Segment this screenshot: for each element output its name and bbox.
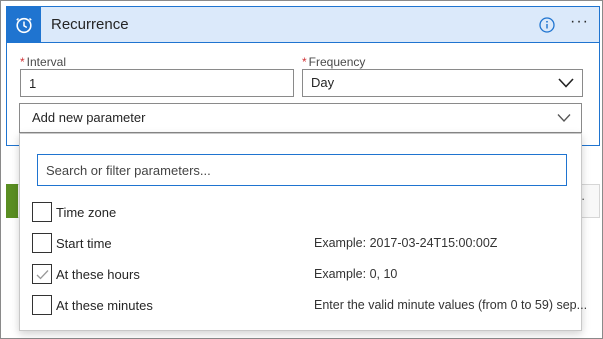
parameter-example: Example: 2017-03-24T15:00:00Z <box>314 236 498 250</box>
parameter-search-input[interactable] <box>37 154 567 186</box>
parameter-row-at-these-hours[interactable]: At these hours Example: 0, 10 <box>32 262 572 286</box>
chevron-down-icon <box>557 114 571 122</box>
chevron-down-icon <box>558 78 574 88</box>
frequency-label-text: Frequency <box>308 55 366 69</box>
add-parameter-label: Add new parameter <box>32 110 146 125</box>
required-marker: * <box>302 55 307 69</box>
card-title: Recurrence <box>51 16 129 33</box>
parameter-name: Time zone <box>56 205 117 220</box>
check-icon <box>36 270 49 280</box>
parameter-name: At these hours <box>56 267 140 282</box>
card-header[interactable]: Recurrence ··· <box>7 7 599 43</box>
interval-label-text: Interval <box>26 55 67 69</box>
parameter-row-time-zone[interactable]: Time zone <box>32 200 572 224</box>
time-zone-checkbox[interactable] <box>32 202 52 222</box>
parameter-example: Enter the valid minute values (from 0 to… <box>314 298 588 312</box>
required-marker: * <box>20 55 25 69</box>
background-action-accent <box>6 184 18 218</box>
frequency-label: * Frequency <box>302 55 365 69</box>
at-these-hours-checkbox[interactable] <box>32 264 52 284</box>
parameter-row-start-time[interactable]: Start time Example: 2017-03-24T15:00:00Z <box>32 231 572 255</box>
screenshot-frame: · Recurrence ··· * Interval 1 * Frequenc… <box>0 0 603 339</box>
parameter-dropdown-panel: Time zone Start time Example: 2017-03-24… <box>19 133 587 331</box>
start-time-checkbox[interactable] <box>32 233 52 253</box>
parameter-name: At these minutes <box>56 298 153 313</box>
parameter-example: Example: 0, 10 <box>314 267 398 281</box>
parameter-row-at-these-minutes[interactable]: At these minutes Enter the valid minute … <box>32 293 587 317</box>
info-icon[interactable] <box>539 17 555 33</box>
interval-label: * Interval <box>20 55 66 69</box>
more-icon[interactable]: ··· <box>570 13 589 31</box>
frequency-value: Day <box>311 75 335 90</box>
at-these-minutes-checkbox[interactable] <box>32 295 52 315</box>
interval-input[interactable] <box>20 69 294 97</box>
parameter-name: Start time <box>56 236 112 251</box>
alarm-clock-icon <box>7 7 41 42</box>
frequency-select[interactable]: Day <box>302 69 583 97</box>
add-parameter-dropdown[interactable]: Add new parameter <box>19 103 582 133</box>
